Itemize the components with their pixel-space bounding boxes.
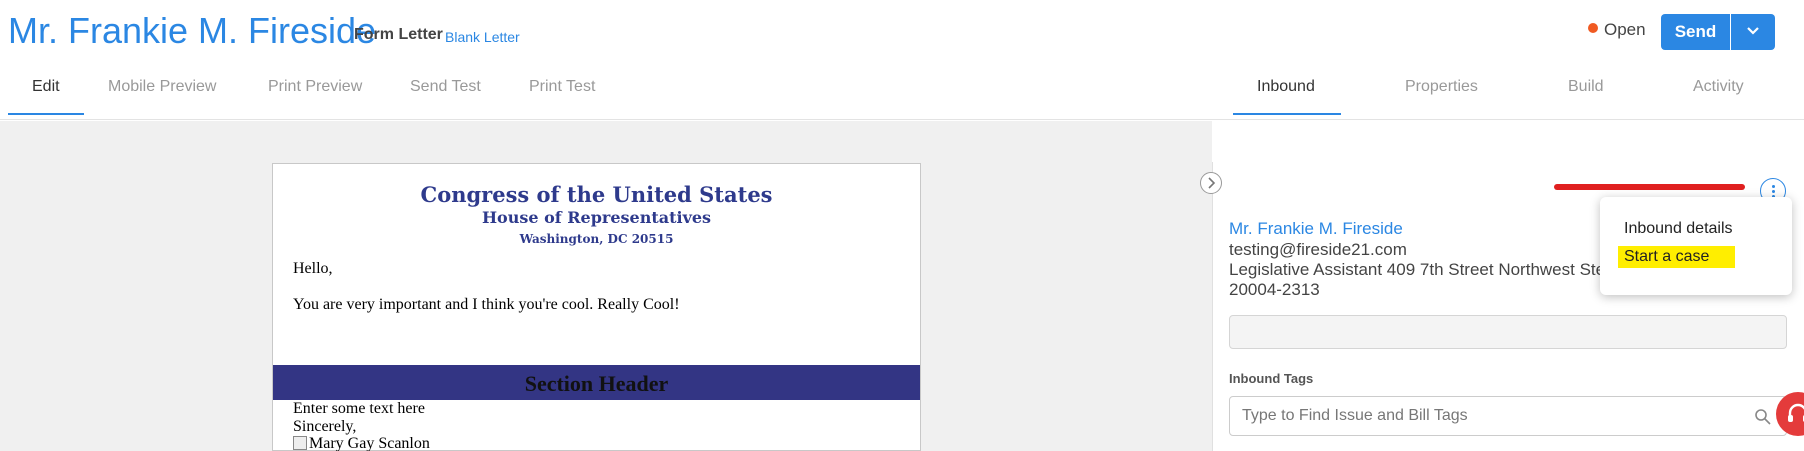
active-tab-indicator (8, 113, 84, 115)
tab-activity[interactable]: Activity (1693, 78, 1744, 96)
letterhead-line-2: House of Representatives (481, 208, 712, 227)
send-button[interactable]: Send (1661, 14, 1730, 50)
dot-icon (1772, 185, 1775, 188)
letter-greeting: Hello, (293, 260, 333, 277)
contact-email: testing@fireside21.com (1229, 240, 1407, 259)
section-header-title: Section Header (524, 371, 669, 396)
tab-print-test[interactable]: Print Test (529, 78, 595, 96)
headset-icon (1788, 403, 1804, 422)
send-options-button[interactable] (1731, 14, 1775, 50)
tab-build[interactable]: Build (1568, 78, 1604, 96)
tab-properties[interactable]: Properties (1405, 78, 1478, 96)
letter-closing: Sincerely, (293, 418, 357, 435)
letterhead-line-1: Congress of the United States (420, 182, 773, 207)
section-text: Enter some text here (293, 400, 425, 417)
options-dropdown-menu: Inbound details Start a case (1600, 197, 1792, 295)
status-indicator: Open (1588, 20, 1646, 40)
status-dot-icon (1588, 23, 1598, 33)
contact-name-link[interactable]: Mr. Frankie M. Fireside (1229, 219, 1403, 239)
signature-image: Mary Gay Scanlon (293, 435, 430, 451)
template-link[interactable]: Blank Letter (445, 29, 520, 45)
page-title: Mr. Frankie M. Fireside (8, 10, 377, 51)
top-bar: Mr. Frankie M. Fireside Form Letter Blan… (0, 0, 1804, 120)
menu-item-start-a-case[interactable]: Start a case (1618, 246, 1736, 268)
tab-mobile-preview[interactable]: Mobile Preview (108, 78, 216, 96)
contact-address-line-2: 20004-2313 (1229, 280, 1320, 299)
tab-send-test[interactable]: Send Test (410, 78, 481, 96)
dot-icon (1772, 190, 1775, 193)
annotation-mark (1554, 184, 1745, 190)
search-icon (1755, 409, 1771, 425)
status-label: Open (1604, 20, 1646, 39)
section-header-bar: Section Header (273, 365, 920, 400)
signature-alt-text: Mary Gay Scanlon (309, 435, 430, 451)
chevron-down-icon (1747, 27, 1759, 35)
letter-body: You are very important and I think you'r… (293, 296, 680, 313)
menu-item-inbound-details[interactable]: Inbound details (1624, 220, 1733, 238)
contact-address-line-1: Legislative Assistant 409 7th Street Nor… (1229, 260, 1620, 279)
chevron-right-icon (1208, 177, 1216, 189)
empty-field[interactable] (1229, 315, 1787, 349)
tags-search-input[interactable] (1229, 396, 1787, 436)
tab-edit[interactable]: Edit (32, 78, 60, 96)
letter-preview[interactable]: Congress of the United States House of R… (272, 163, 921, 451)
form-type-label: Form Letter (354, 26, 443, 43)
broken-image-icon (293, 436, 307, 450)
tab-inbound[interactable]: Inbound (1257, 78, 1315, 96)
active-right-tab-indicator (1233, 113, 1341, 115)
inbound-tags-label: Inbound Tags (1229, 371, 1314, 386)
tab-print-preview[interactable]: Print Preview (268, 78, 362, 96)
letterhead-line-3: Washington, DC 20515 (519, 232, 674, 246)
collapse-panel-button[interactable] (1200, 172, 1222, 194)
